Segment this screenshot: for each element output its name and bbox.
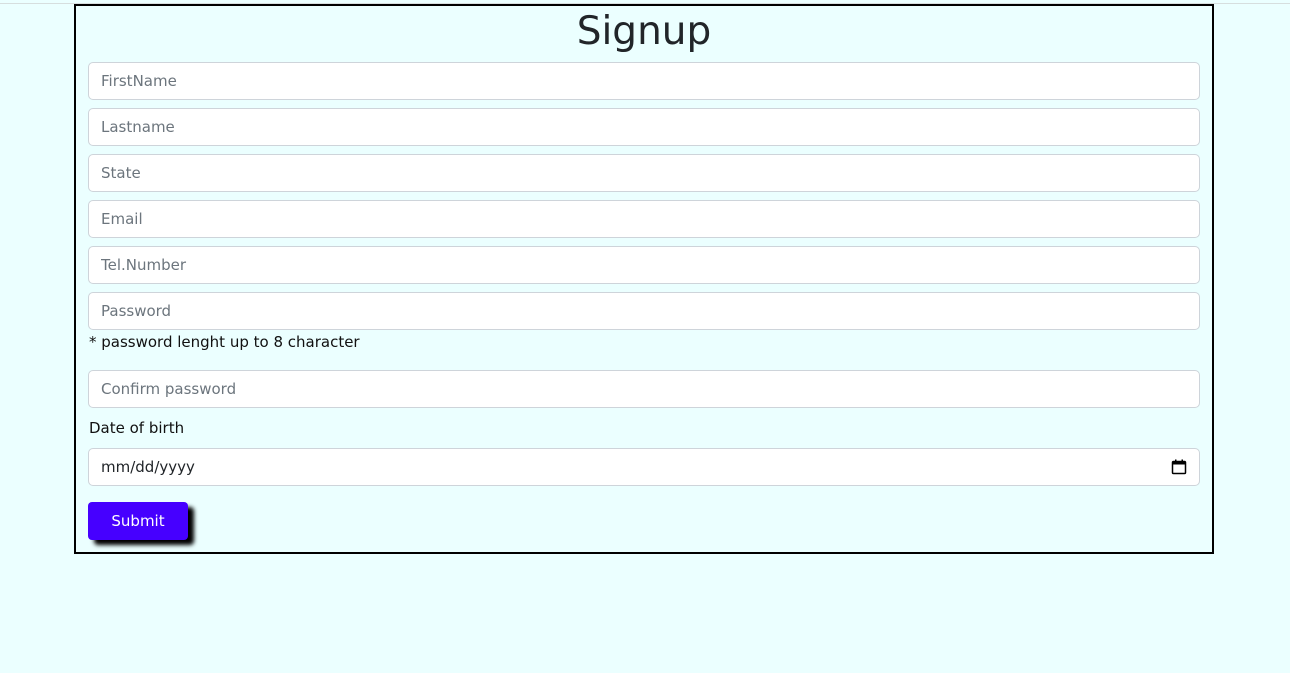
calendar-icon[interactable] <box>1171 459 1187 475</box>
date-value: mm/dd/yyyy <box>101 458 195 476</box>
date-of-birth-label: Date of birth <box>89 419 185 437</box>
email-input[interactable] <box>88 200 1200 238</box>
tel-number-input[interactable] <box>88 246 1200 284</box>
lastname-input[interactable] <box>88 108 1200 146</box>
date-of-birth-input[interactable]: mm/dd/yyyy <box>88 448 1200 486</box>
submit-button[interactable]: Submit <box>88 502 188 540</box>
signup-form: Signup * password lenght up to 8 charact… <box>74 4 1214 554</box>
password-hint: * password lenght up to 8 character <box>89 333 360 351</box>
password-input[interactable] <box>88 292 1200 330</box>
firstname-input[interactable] <box>88 62 1200 100</box>
page-title: Signup <box>576 9 712 54</box>
confirm-password-input[interactable] <box>88 370 1200 408</box>
state-input[interactable] <box>88 154 1200 192</box>
